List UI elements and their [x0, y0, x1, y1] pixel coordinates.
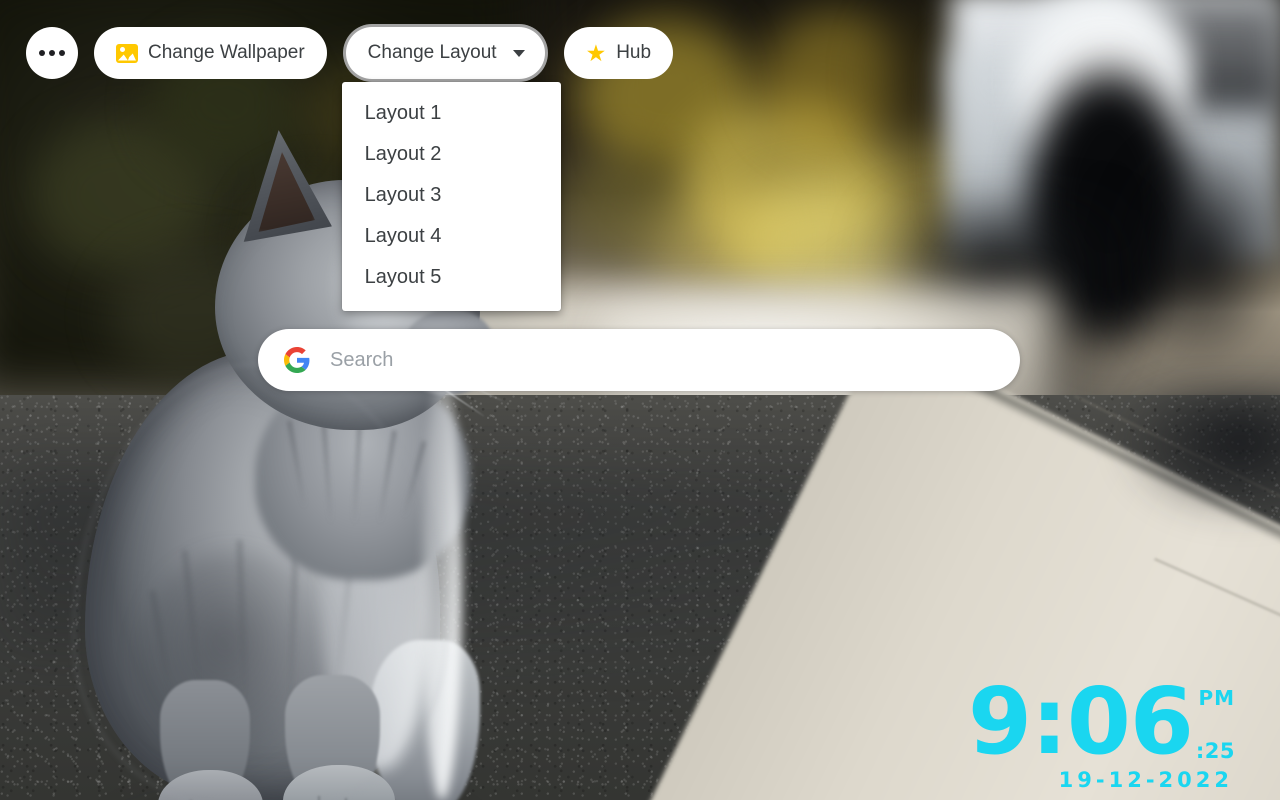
clock-side-column: PM :25	[1196, 684, 1235, 762]
ellipsis-icon	[59, 50, 65, 56]
menu-item-layout-3[interactable]: Layout 3	[342, 175, 561, 216]
change-wallpaper-label: Change Wallpaper	[148, 42, 305, 63]
clock-seconds: :25	[1195, 739, 1235, 763]
star-icon: ★	[585, 39, 607, 66]
clock-widget: 9:06 PM :25 19-12-2022	[968, 668, 1235, 792]
google-g-icon	[284, 347, 310, 373]
menu-item-layout-5[interactable]: Layout 5	[342, 257, 561, 298]
image-icon	[116, 43, 138, 63]
hub-label: Hub	[616, 42, 652, 63]
search-input[interactable]	[328, 347, 994, 373]
menu-item-layout-2[interactable]: Layout 2	[342, 134, 561, 175]
clock-main-row: 9:06 PM :25	[968, 668, 1235, 775]
clock-ampm: PM	[1198, 686, 1235, 710]
change-layout-group: Change Layout Layout 1 Layout 2 Layout 3…	[341, 24, 561, 311]
more-options-button[interactable]	[26, 27, 78, 79]
change-wallpaper-button[interactable]: Change Wallpaper	[94, 27, 327, 79]
top-toolbar: Change Wallpaper Change Layout Layout 1 …	[26, 24, 674, 311]
ellipsis-icon	[39, 50, 45, 56]
chevron-down-icon	[512, 49, 525, 57]
search-bar[interactable]	[258, 329, 1020, 391]
road-dark-corner	[1120, 390, 1280, 520]
ellipsis-icon	[49, 50, 55, 56]
change-layout-label: Change Layout	[367, 42, 497, 63]
change-layout-button[interactable]: Change Layout	[342, 24, 548, 82]
clock-time: 9:06	[968, 668, 1194, 775]
menu-item-layout-4[interactable]: Layout 4	[342, 216, 561, 257]
menu-item-layout-1[interactable]: Layout 1	[342, 93, 561, 134]
change-layout-dropdown-menu: Layout 1 Layout 2 Layout 3 Layout 4 Layo…	[341, 82, 561, 311]
bokeh-blob-golden	[560, 150, 680, 260]
hub-button[interactable]: ★ Hub	[563, 27, 674, 79]
